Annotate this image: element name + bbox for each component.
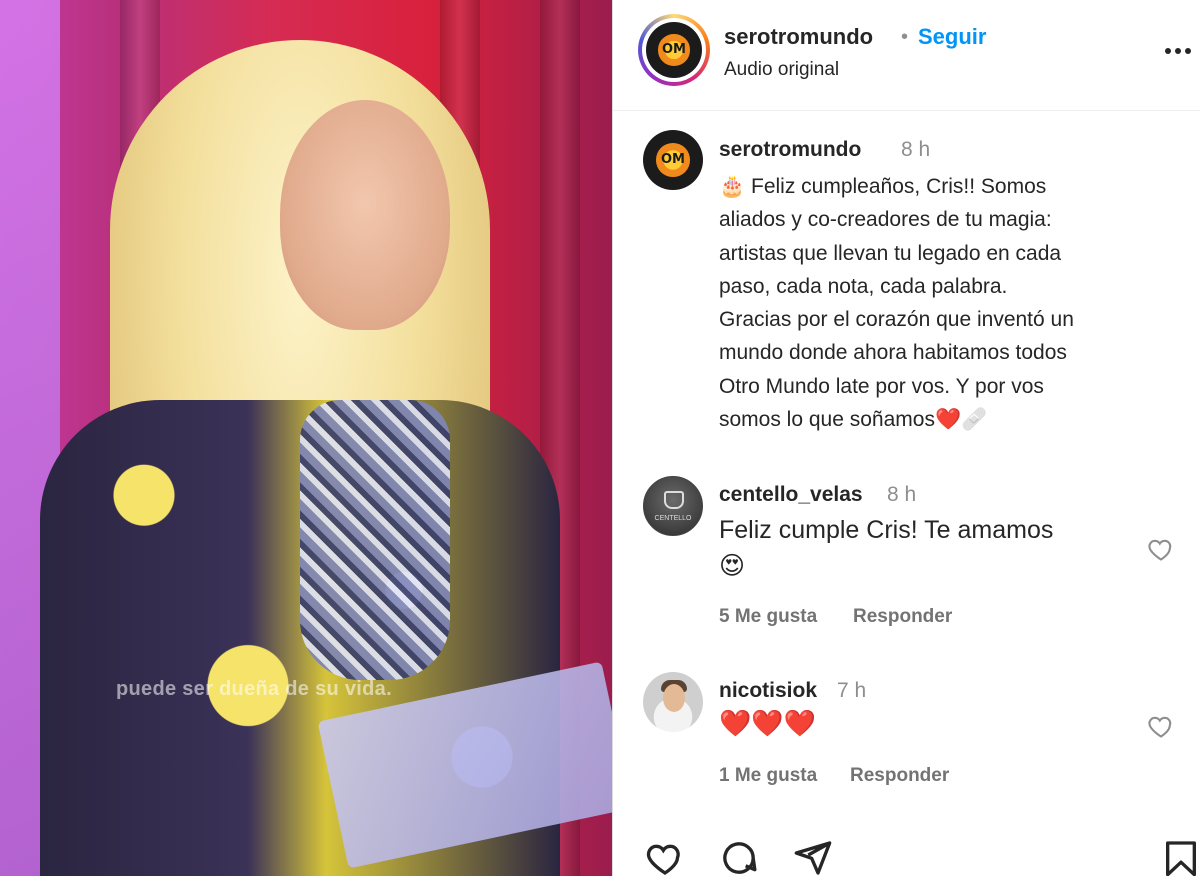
caption-username[interactable]: serotromundo [719, 138, 861, 162]
cake-emoji: 🎂 [719, 174, 746, 198]
follow-button[interactable]: Seguir [918, 24, 986, 50]
performer-face [280, 100, 450, 330]
comment-icon[interactable] [717, 838, 761, 876]
caption-avatar[interactable]: OM [643, 130, 703, 190]
comment-likes[interactable]: 1 Me gusta [719, 765, 817, 787]
heart-eyes-emoji: 😍 [719, 551, 746, 580]
account-avatar[interactable]: OM [638, 14, 710, 86]
comment-likes[interactable]: 5 Me gusta [719, 606, 817, 628]
commenter-avatar[interactable] [643, 672, 703, 732]
hearts-emoji: ❤️❤️❤️ [719, 709, 817, 739]
caption-body: Feliz cumpleaños, Cris!! Somos aliados y… [719, 175, 1074, 432]
audio-label[interactable]: Audio original [724, 59, 839, 81]
performer-scarf [300, 400, 450, 680]
otro-mundo-logo: OM [646, 22, 702, 78]
video-subtitle: puede ser dueña de su vida. [116, 678, 392, 700]
comment-time: 8 h [887, 483, 917, 506]
more-options-icon[interactable] [1163, 32, 1193, 63]
bookmark-icon[interactable] [1159, 838, 1200, 876]
caption-text: 🎂 Feliz cumpleaños, Cris!! Somos aliados… [719, 170, 1189, 436]
heart-icon[interactable] [643, 838, 687, 876]
reply-button[interactable]: Responder [853, 606, 952, 628]
caption-time: 8 h [901, 138, 931, 161]
commenter-avatar[interactable]: CENTELLO [643, 476, 703, 536]
comment-text: Feliz cumple Cris! Te amamos 😍 [719, 516, 1054, 580]
header-username[interactable]: serotromundo [724, 24, 873, 50]
share-icon[interactable] [791, 838, 835, 876]
post-header: OM serotromundo • Seguir Audio original [613, 0, 1200, 111]
reply-button[interactable]: Responder [850, 765, 949, 787]
like-comment-icon[interactable] [1146, 712, 1176, 740]
comment-username[interactable]: nicotisiok [719, 679, 817, 703]
post-side-panel: OM serotromundo • Seguir Audio original … [612, 0, 1200, 876]
comment-time: 7 h [837, 679, 867, 702]
action-bar [613, 826, 1200, 876]
separator-dot: • [901, 26, 909, 48]
post-media[interactable]: puede ser dueña de su vida. [0, 0, 612, 876]
comment-username[interactable]: centello_velas [719, 483, 863, 507]
heart-bandage-emoji: ❤️🩹 [934, 407, 988, 432]
like-comment-icon[interactable] [1146, 535, 1176, 563]
